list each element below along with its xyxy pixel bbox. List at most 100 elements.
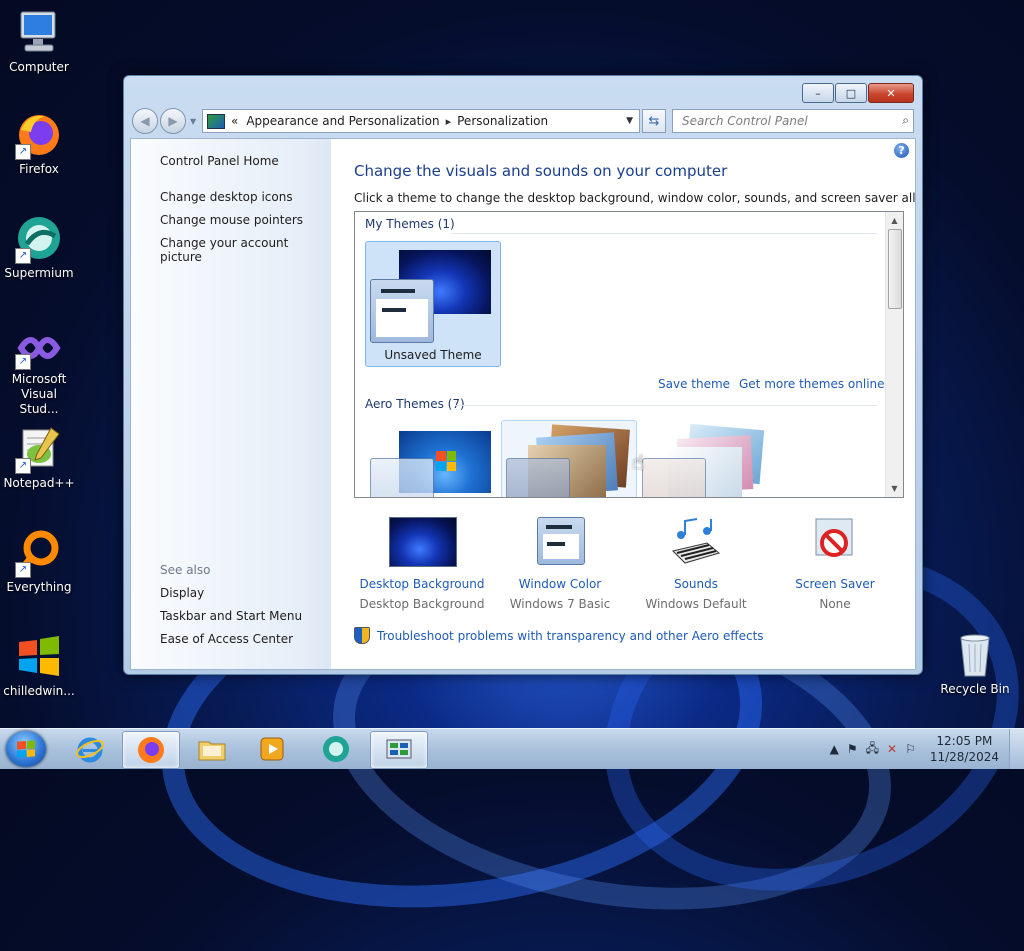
address-dropdown-icon[interactable]: ▼ xyxy=(626,116,633,126)
supermium-icon: ↗ xyxy=(15,214,63,264)
page-description: Click a theme to change the desktop back… xyxy=(354,191,916,205)
main-pane: ? Change the visuals and sounds on your … xyxy=(331,139,915,669)
breadcrumb-overflow-chevron[interactable]: « xyxy=(231,114,238,128)
scroll-down-arrow-icon[interactable]: ▼ xyxy=(886,480,903,497)
recent-pages-dropdown-icon[interactable]: ▼ xyxy=(190,117,196,126)
show-hidden-icons-arrow-icon[interactable]: ▲ xyxy=(830,742,839,756)
control-panel-icon xyxy=(207,113,225,129)
desktop-background-value: Desktop Background xyxy=(359,597,485,611)
theme-aero-windows-7[interactable] xyxy=(365,420,501,497)
window-color-setting[interactable]: Window Color Windows 7 Basic xyxy=(493,517,627,611)
recycle-bin-icon xyxy=(951,630,999,678)
link-ease-of-access-center[interactable]: Ease of Access Center xyxy=(160,632,293,646)
link-change-account-picture[interactable]: Change your account picture xyxy=(160,236,331,264)
save-theme-link[interactable]: Save theme xyxy=(658,377,730,391)
theme-aero-characters[interactable] xyxy=(637,420,773,497)
link-display[interactable]: Display xyxy=(160,586,204,600)
show-desktop-button[interactable] xyxy=(1009,729,1024,769)
taskbar-media-player[interactable] xyxy=(244,731,300,767)
clock-date: 11/28/2024 xyxy=(929,750,999,764)
visual-studio-icon: ↗ xyxy=(15,328,63,370)
theme-aero-architecture[interactable] xyxy=(501,420,637,497)
sounds-link[interactable]: Sounds xyxy=(629,577,763,591)
back-arrow-icon: ◀ xyxy=(140,114,150,128)
screen-saver-link[interactable]: Screen Saver xyxy=(768,577,902,591)
screen-saver-setting[interactable]: Screen Saver None xyxy=(768,517,902,611)
windows-logo-icon xyxy=(15,632,63,680)
breadcrumb-separator-icon[interactable]: ▸ xyxy=(446,115,452,128)
firefox-icon xyxy=(138,737,164,763)
action-center-icon[interactable]: ⚑ xyxy=(847,742,858,756)
desktop-icon-firefox[interactable]: ↗ Firefox xyxy=(1,110,77,176)
search-icon[interactable]: ⌕ xyxy=(902,113,909,128)
desktop-icon-notepadpp[interactable]: ↗ Notepad++ xyxy=(1,424,77,490)
group-divider xyxy=(450,233,877,234)
get-more-themes-link[interactable]: Get more themes online xyxy=(739,377,885,391)
theme-name: Unsaved Theme xyxy=(384,348,482,362)
troubleshoot-aero-link[interactable]: Troubleshoot problems with transparency … xyxy=(354,627,764,644)
back-button[interactable]: ◀ xyxy=(132,108,158,134)
search-box[interactable]: ⌕ xyxy=(672,109,914,133)
theme-list-scrollbar[interactable]: ▲ ▼ xyxy=(885,212,903,497)
sounds-setting[interactable]: Sounds Windows Default xyxy=(629,517,763,611)
desktop-icon-supermium[interactable]: ↗ Supermium xyxy=(1,214,77,280)
breadcrumb-appearance[interactable]: Appearance and Personalization xyxy=(246,114,439,128)
flag-icon[interactable]: ⚐ xyxy=(905,742,916,756)
desktop-icon-recycle-bin[interactable]: Recycle Bin xyxy=(937,630,1013,696)
taskbar-supermium[interactable] xyxy=(308,731,364,767)
breadcrumb-personalization[interactable]: Personalization xyxy=(457,114,548,128)
volume-muted-icon[interactable]: ✕ xyxy=(887,742,897,756)
sounds-icon xyxy=(663,517,729,565)
screen-saver-value: None xyxy=(819,597,851,611)
desktop-icon-computer[interactable]: Computer xyxy=(1,8,77,74)
taskbar-file-explorer[interactable] xyxy=(184,731,240,767)
sounds-value: Windows Default xyxy=(645,597,747,611)
address-bar[interactable]: « Appearance and Personalization ▸ Perso… xyxy=(202,109,640,133)
shortcut-arrow-icon: ↗ xyxy=(15,458,31,474)
theme-window-color-preview xyxy=(370,458,434,497)
help-icon[interactable]: ? xyxy=(894,143,909,158)
notepadpp-icon: ↗ xyxy=(15,424,63,474)
computer-icon xyxy=(15,8,63,56)
desktop-icon-visual-studio[interactable]: ↗ Microsoft Visual Stud... xyxy=(1,328,77,417)
forward-button[interactable]: ▶ xyxy=(160,108,186,134)
link-change-desktop-icons[interactable]: Change desktop icons xyxy=(160,190,293,204)
close-button[interactable]: ✕ xyxy=(868,83,914,103)
link-control-panel-home[interactable]: Control Panel Home xyxy=(160,154,279,168)
search-input[interactable] xyxy=(680,113,884,129)
supermium-icon xyxy=(323,736,349,762)
taskbar-internet-explorer[interactable] xyxy=(62,731,118,767)
taskbar: ▲ ⚑ 🖧 ✕ ⚐ 12:05 PM 11/28/2024 xyxy=(0,728,1024,769)
personalization-window: – □ ✕ ◀ ▶ ▼ « Appearance and Personaliza… xyxy=(123,75,923,675)
scrollbar-thumb[interactable] xyxy=(888,229,902,309)
window-color-value: Windows 7 Basic xyxy=(509,597,611,611)
forward-arrow-icon: ▶ xyxy=(168,114,178,128)
link-change-mouse-pointers[interactable]: Change mouse pointers xyxy=(160,213,303,227)
theme-unsaved[interactable]: Unsaved Theme xyxy=(365,241,501,367)
refresh-button[interactable]: ⇆ xyxy=(642,109,666,133)
window-color-link[interactable]: Window Color xyxy=(493,577,627,591)
desktop-icon-chilledwindows[interactable]: chilledwin... xyxy=(1,632,77,698)
desktop-background-link[interactable]: Desktop Background xyxy=(355,577,489,591)
hand-cursor-icon: ☝ xyxy=(632,450,645,474)
shortcut-arrow-icon: ↗ xyxy=(15,562,31,578)
see-also-heading: See also xyxy=(160,563,211,577)
clock[interactable]: 12:05 PM 11/28/2024 xyxy=(930,733,999,765)
scroll-up-arrow-icon[interactable]: ▲ xyxy=(886,212,903,229)
desktop-background-setting[interactable]: Desktop Background Desktop Background xyxy=(355,517,489,611)
refresh-icon: ⇆ xyxy=(648,113,660,129)
left-task-pane: Control Panel Home Change desktop icons … xyxy=(131,139,331,669)
start-button[interactable] xyxy=(6,731,46,767)
taskbar-firefox[interactable] xyxy=(122,731,180,769)
window-color-icon xyxy=(527,517,593,565)
firefox-icon: ↗ xyxy=(15,110,63,160)
network-icon[interactable]: 🖧 xyxy=(866,739,879,760)
theme-list: My Themes (1) Unsaved Theme Save theme G… xyxy=(354,211,904,498)
caption-buttons: – □ ✕ xyxy=(801,83,914,103)
link-taskbar-start-menu[interactable]: Taskbar and Start Menu xyxy=(160,609,302,623)
internet-explorer-icon xyxy=(76,737,104,763)
taskbar-control-panel[interactable] xyxy=(370,731,428,769)
minimize-button[interactable]: – xyxy=(802,83,834,103)
maximize-button[interactable]: □ xyxy=(835,83,867,103)
desktop-icon-everything[interactable]: ↗ Everything xyxy=(1,528,77,594)
